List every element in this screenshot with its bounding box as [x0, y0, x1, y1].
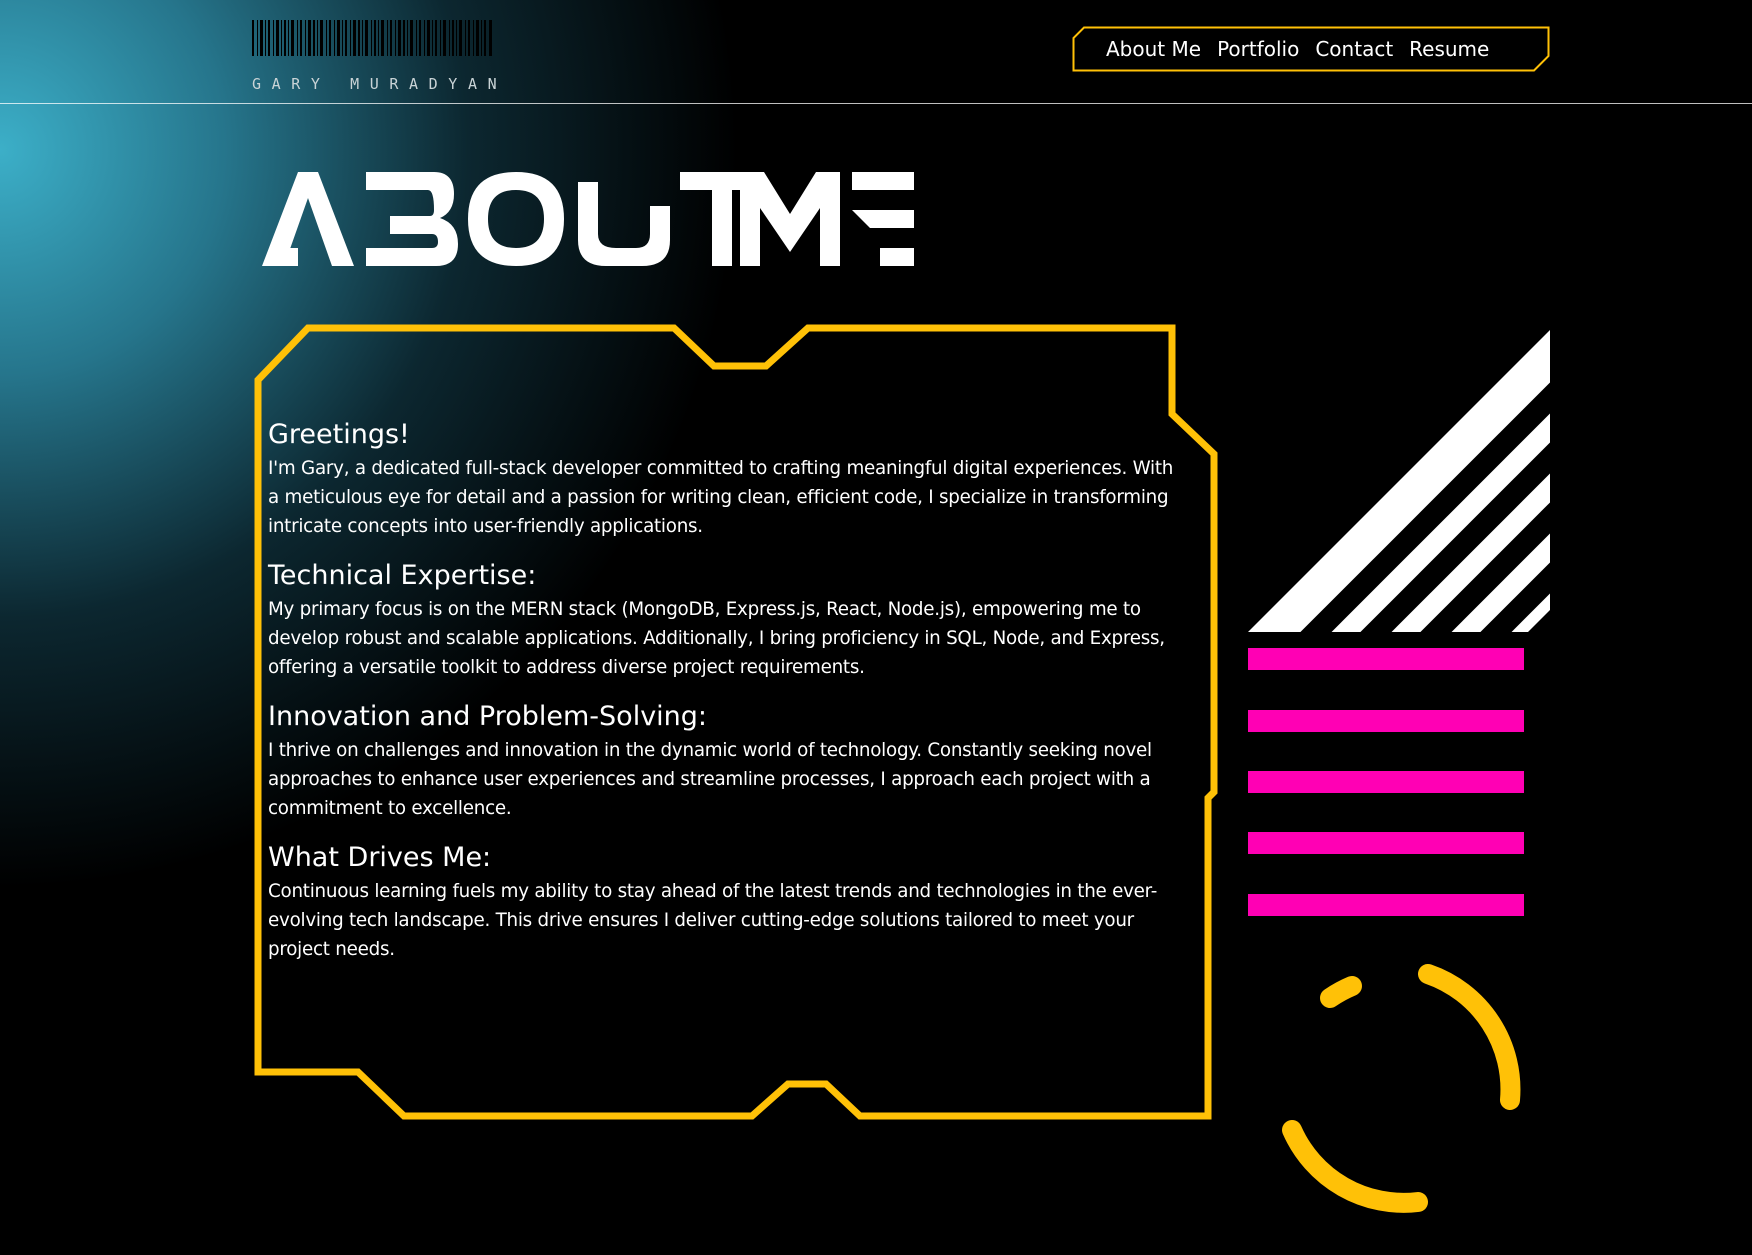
site-header: GARY MURADYAN About Me Portfolio Contact…	[0, 0, 1752, 104]
about-content: Greetings! I'm Gary, a dedicated full-st…	[268, 418, 1188, 982]
barcode-icon	[252, 20, 492, 56]
magenta-bar	[1248, 894, 1524, 916]
page-title	[256, 172, 916, 272]
logo[interactable]: GARY MURADYAN	[252, 20, 497, 92]
section-heading: Innovation and Problem-Solving:	[268, 701, 708, 732]
magenta-bar	[1248, 771, 1524, 793]
nav-link-resume[interactable]: Resume	[1409, 37, 1489, 61]
logo-name: GARY MURADYAN	[252, 75, 508, 93]
section-what-drives-me: What Drives Me: Continuous learning fuel…	[268, 841, 1188, 964]
nav-link-portfolio[interactable]: Portfolio	[1217, 37, 1299, 61]
section-technical-expertise: Technical Expertise: My primary focus is…	[268, 559, 1188, 682]
section-heading: Technical Expertise:	[268, 560, 537, 591]
section-body: Continuous learning fuels my ability to …	[268, 881, 1158, 960]
magenta-bar	[1248, 648, 1524, 670]
nav-items: About Me Portfolio Contact Resume	[1106, 26, 1489, 72]
section-greetings: Greetings! I'm Gary, a dedicated full-st…	[268, 418, 1188, 541]
broken-ring-decoration	[1282, 964, 1521, 1213]
magenta-bar	[1248, 710, 1524, 732]
diagonal-stripes-decoration	[1248, 330, 1550, 632]
section-body: I'm Gary, a dedicated full-stack develop…	[268, 458, 1174, 537]
section-heading: Greetings!	[268, 419, 410, 450]
magenta-bar	[1248, 832, 1524, 854]
main-nav: About Me Portfolio Contact Resume	[1072, 26, 1550, 72]
magenta-bars-decoration	[1248, 648, 1526, 918]
section-body: My primary focus is on the MERN stack (M…	[268, 599, 1165, 678]
page-title-lettering	[262, 172, 914, 266]
nav-link-contact[interactable]: Contact	[1315, 37, 1393, 61]
section-heading: What Drives Me:	[268, 842, 492, 873]
section-innovation: Innovation and Problem-Solving: I thrive…	[268, 700, 1188, 823]
section-body: I thrive on challenges and innovation in…	[268, 740, 1152, 819]
nav-link-about-me[interactable]: About Me	[1106, 37, 1201, 61]
